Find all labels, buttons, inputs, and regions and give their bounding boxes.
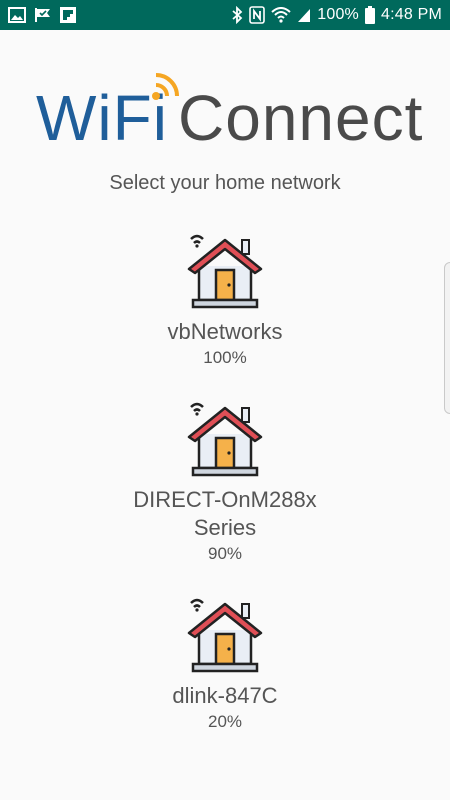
app-logo: WiFi Connect [36, 73, 422, 158]
bluetooth-icon [231, 6, 243, 24]
check-flag-icon [34, 6, 52, 24]
network-strength: 90% [207, 544, 243, 563]
network-name: DIRECT-OnM288x Series [133, 487, 317, 540]
flipboard-icon [60, 6, 76, 24]
image-icon [8, 6, 26, 24]
clock: 4:48 PM [381, 6, 442, 23]
logo-connect-text: Connect [178, 82, 424, 154]
wifi-icon [271, 6, 291, 24]
status-left-icons [8, 6, 76, 24]
network-item[interactable]: dlink-847C 20% [75, 596, 375, 732]
status-bar: 100% 4:48 PM [0, 0, 450, 30]
battery-icon [365, 6, 375, 24]
network-item[interactable]: vbNetworks 100% [75, 232, 375, 368]
battery-percent: 100% [317, 6, 359, 23]
house-wifi-icon [185, 232, 265, 312]
network-name: dlink-847C [172, 683, 278, 708]
main-screen: WiFi Connect Select your home network vb… [0, 30, 450, 800]
network-strength: 20% [207, 712, 243, 731]
edge-panel-handle[interactable] [444, 262, 450, 414]
page-subtitle: Select your home network [109, 172, 341, 194]
network-item[interactable]: DIRECT-OnM288x Series 90% [75, 400, 375, 564]
network-name: vbNetworks [167, 319, 283, 344]
cell-signal-icon [297, 6, 311, 24]
house-wifi-icon [185, 400, 265, 480]
network-strength: 100% [203, 348, 247, 367]
status-right-icons: 100% 4:48 PM [231, 6, 442, 24]
house-wifi-icon [185, 596, 265, 676]
nfc-icon [249, 6, 266, 24]
